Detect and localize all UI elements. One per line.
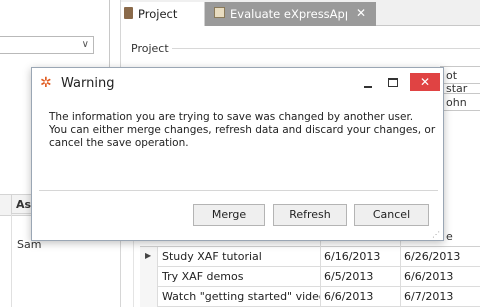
- warning-gear-icon: ✲: [40, 75, 52, 91]
- dialog-message: The information you are trying to save w…: [49, 111, 436, 150]
- task-due-date[interactable]: 6/6/2013: [404, 267, 480, 287]
- chevron-down-icon[interactable]: ∨: [82, 39, 89, 51]
- task-subject[interactable]: Study XAF tutorial: [162, 247, 320, 267]
- merge-button[interactable]: Merge: [193, 204, 265, 226]
- panel-splitter[interactable]: [109, 0, 110, 70]
- group-divider: [172, 48, 480, 49]
- project-icon: [124, 7, 133, 19]
- task-due-date[interactable]: 6/26/2013: [404, 247, 480, 267]
- refresh-button[interactable]: Refresh: [273, 204, 347, 226]
- dialog-message-line: The information you are trying to save w…: [49, 111, 414, 123]
- task-start-date[interactable]: 6/16/2013: [324, 247, 400, 267]
- left-grid-header-label: As: [16, 198, 32, 211]
- dialog-message-line: You can either merge changes, refresh da…: [49, 124, 436, 136]
- table-row[interactable]: Watch "getting started" videos 6/6/2013 …: [140, 287, 480, 307]
- dialog-title: Warning: [61, 76, 115, 91]
- dialog-separator: [39, 190, 438, 191]
- minimize-icon[interactable]: [364, 86, 372, 88]
- row-indicator[interactable]: [140, 287, 158, 307]
- tab-close-icon[interactable]: ✕: [356, 6, 366, 20]
- task-subject[interactable]: Watch "getting started" videos: [162, 287, 320, 307]
- task-due-date[interactable]: 6/7/2013: [404, 287, 480, 307]
- task-icon: [214, 7, 225, 18]
- project-group-label: Project: [131, 42, 169, 55]
- grid-header-label: e: [446, 230, 453, 243]
- manager-field-value: ohn: [446, 96, 467, 109]
- cancel-button[interactable]: Cancel: [354, 204, 429, 226]
- task-start-date[interactable]: 6/6/2013: [324, 287, 400, 307]
- current-row-arrow-icon: ▶: [145, 251, 152, 260]
- task-start-date[interactable]: 6/5/2013: [324, 267, 400, 287]
- filter-combo[interactable]: ∨: [0, 36, 94, 54]
- resize-grip-icon[interactable]: ⋰: [432, 231, 440, 239]
- left-grid-column-line: [11, 214, 12, 307]
- maximize-icon[interactable]: [388, 78, 398, 87]
- row-indicator[interactable]: [140, 267, 158, 287]
- close-button[interactable]: ✕: [410, 73, 440, 91]
- table-row[interactable]: Study XAF tutorial 6/16/2013 6/26/2013: [140, 247, 480, 267]
- tab-evaluate-task-label: Evaluate eXpressApp Fr: [230, 7, 347, 21]
- tab-project-label: Project: [138, 7, 178, 21]
- status-field-value: ot star: [446, 69, 468, 95]
- grid-border: [133, 230, 134, 307]
- task-subject[interactable]: Try XAF demos: [162, 267, 320, 287]
- dialog-message-line: cancel the save operation.: [49, 137, 189, 149]
- table-row[interactable]: Try XAF demos 6/5/2013 6/6/2013: [140, 267, 480, 287]
